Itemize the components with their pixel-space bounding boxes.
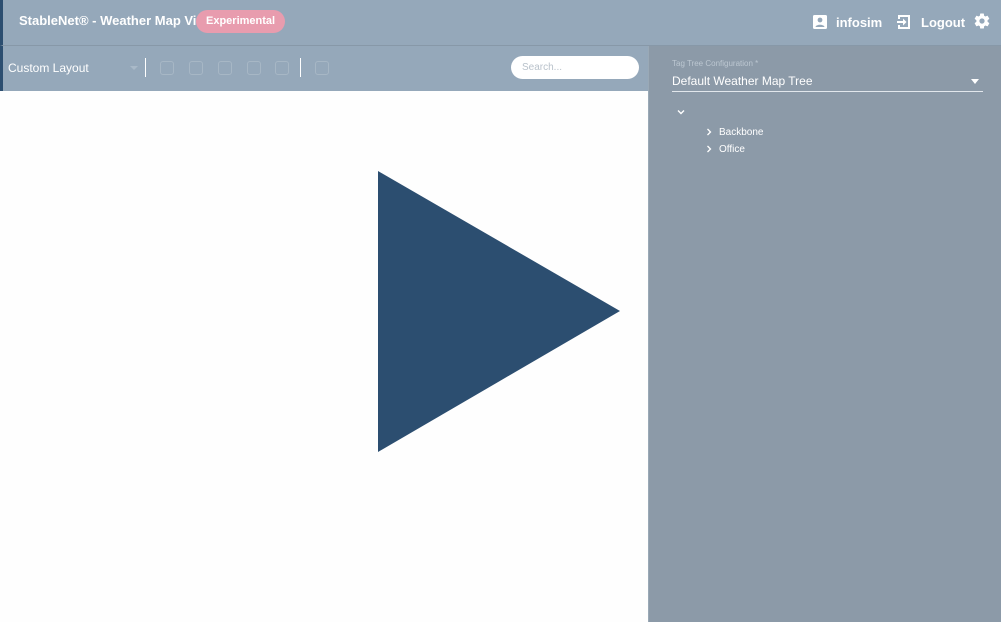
toolbar-divider xyxy=(300,58,301,77)
user-name: infosim xyxy=(836,14,883,30)
toolbar-divider xyxy=(145,58,146,77)
zoom-in-icon[interactable] xyxy=(160,61,174,75)
tag-tree-config-value: Default Weather Map Tree xyxy=(672,74,813,88)
logout-label: Logout xyxy=(921,14,966,30)
tag-tree-panel: Tag Tree Configuration * Default Weather… xyxy=(648,46,1001,622)
chevron-right-icon xyxy=(707,145,712,153)
app-window: StableNet® - Weather Map View Experiment… xyxy=(0,0,1001,622)
layout-select-value: Custom Layout xyxy=(8,61,89,75)
top-bar: StableNet® - Weather Map View Experiment… xyxy=(0,0,1001,46)
reset-view-icon[interactable] xyxy=(275,61,289,75)
edit-icon[interactable] xyxy=(315,61,329,75)
layout-select[interactable]: Custom Layout xyxy=(8,58,138,78)
logout-icon xyxy=(897,15,910,29)
experimental-badge: Experimental xyxy=(196,10,286,33)
zoom-out-icon[interactable] xyxy=(189,61,203,75)
center-view-icon[interactable] xyxy=(247,61,261,75)
tree-item-label: Office xyxy=(719,143,745,155)
tree-item-label: Backbone xyxy=(719,126,764,138)
tree-item-office[interactable]: Office xyxy=(705,142,745,156)
tag-tree-config-select[interactable]: Default Weather Map Tree xyxy=(672,71,983,92)
map-canvas[interactable] xyxy=(0,91,648,622)
account-box-icon xyxy=(813,15,827,29)
search-input[interactable] xyxy=(511,56,639,79)
tree-item-backbone[interactable]: Backbone xyxy=(705,125,763,139)
user-menu[interactable]: infosim xyxy=(813,12,882,32)
map-toolbar: Custom Layout xyxy=(0,46,648,91)
chevron-right-icon xyxy=(707,128,712,136)
chevron-down-icon xyxy=(971,78,979,84)
tree-root-chevron-down-icon[interactable] xyxy=(676,107,686,117)
logout-button[interactable]: Logout xyxy=(896,12,965,32)
tag-tree-config-label: Tag Tree Configuration * xyxy=(672,59,759,68)
app-title: StableNet® - Weather Map View xyxy=(19,13,214,28)
fit-view-icon[interactable] xyxy=(218,61,232,75)
gear-icon[interactable] xyxy=(973,12,991,30)
chevron-down-icon xyxy=(130,66,138,70)
play-triangle-icon[interactable] xyxy=(378,171,620,452)
